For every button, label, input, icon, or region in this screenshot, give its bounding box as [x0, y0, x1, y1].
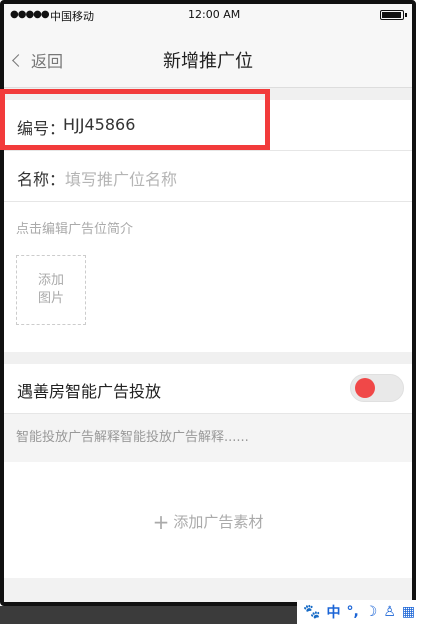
grid-icon[interactable]: ▦	[402, 604, 415, 620]
name-label: 名称：	[17, 170, 66, 189]
clock: 12:00 AM	[188, 8, 241, 21]
page-title: 新增推广位	[163, 51, 253, 72]
background-strip	[420, 0, 447, 606]
status-bar: ●●●●● 中国移动 12:00 AM	[4, 4, 412, 26]
add-image-label-2: 图片	[37, 291, 64, 306]
signal-icon: ●●●●●	[10, 9, 50, 20]
add-material-button[interactable]: + 添加广告素材	[4, 510, 412, 534]
name-row[interactable]: 名称： 填写推广位名称	[4, 151, 412, 202]
battery-icon	[380, 10, 407, 20]
smart-ad-description: 智能投放广告解释智能投放广告解释......	[4, 414, 412, 462]
section-divider	[4, 352, 412, 364]
highlight-annotation	[0, 89, 270, 150]
smart-ad-toggle[interactable]	[350, 374, 404, 402]
intro-section: 点击编辑广告位简介 添加 图片	[4, 202, 412, 352]
add-material-label: 添加广告素材	[173, 513, 264, 531]
paw-icon[interactable]: 🐾	[303, 604, 320, 620]
name-input[interactable]: 填写推广位名称	[65, 166, 177, 190]
add-image-button[interactable]: 添加 图片	[16, 255, 86, 325]
punctuation-button[interactable]: °,	[346, 604, 358, 620]
carrier-label: 中国移动	[50, 10, 94, 23]
smart-ad-description-text: 智能投放广告解释智能投放广告解释......	[16, 430, 249, 445]
material-section: + 添加广告素材	[4, 462, 412, 578]
smart-ad-label: 遇善房智能广告投放	[17, 382, 162, 401]
input-mode-button[interactable]: 中	[326, 602, 340, 622]
nav-bar: 返回 新增推广位	[4, 26, 412, 88]
toggle-knob	[355, 378, 375, 398]
plus-icon: +	[152, 510, 170, 534]
add-image-label-1: 添加	[37, 273, 64, 288]
moon-icon[interactable]: ☽	[365, 604, 378, 620]
intro-editor[interactable]: 点击编辑广告位简介	[16, 218, 133, 237]
smart-ad-row: 遇善房智能广告投放	[4, 364, 412, 414]
user-icon[interactable]: ♙	[383, 604, 396, 620]
ime-toolbar: 🐾 中 °, ☽ ♙ ▦	[297, 600, 447, 624]
